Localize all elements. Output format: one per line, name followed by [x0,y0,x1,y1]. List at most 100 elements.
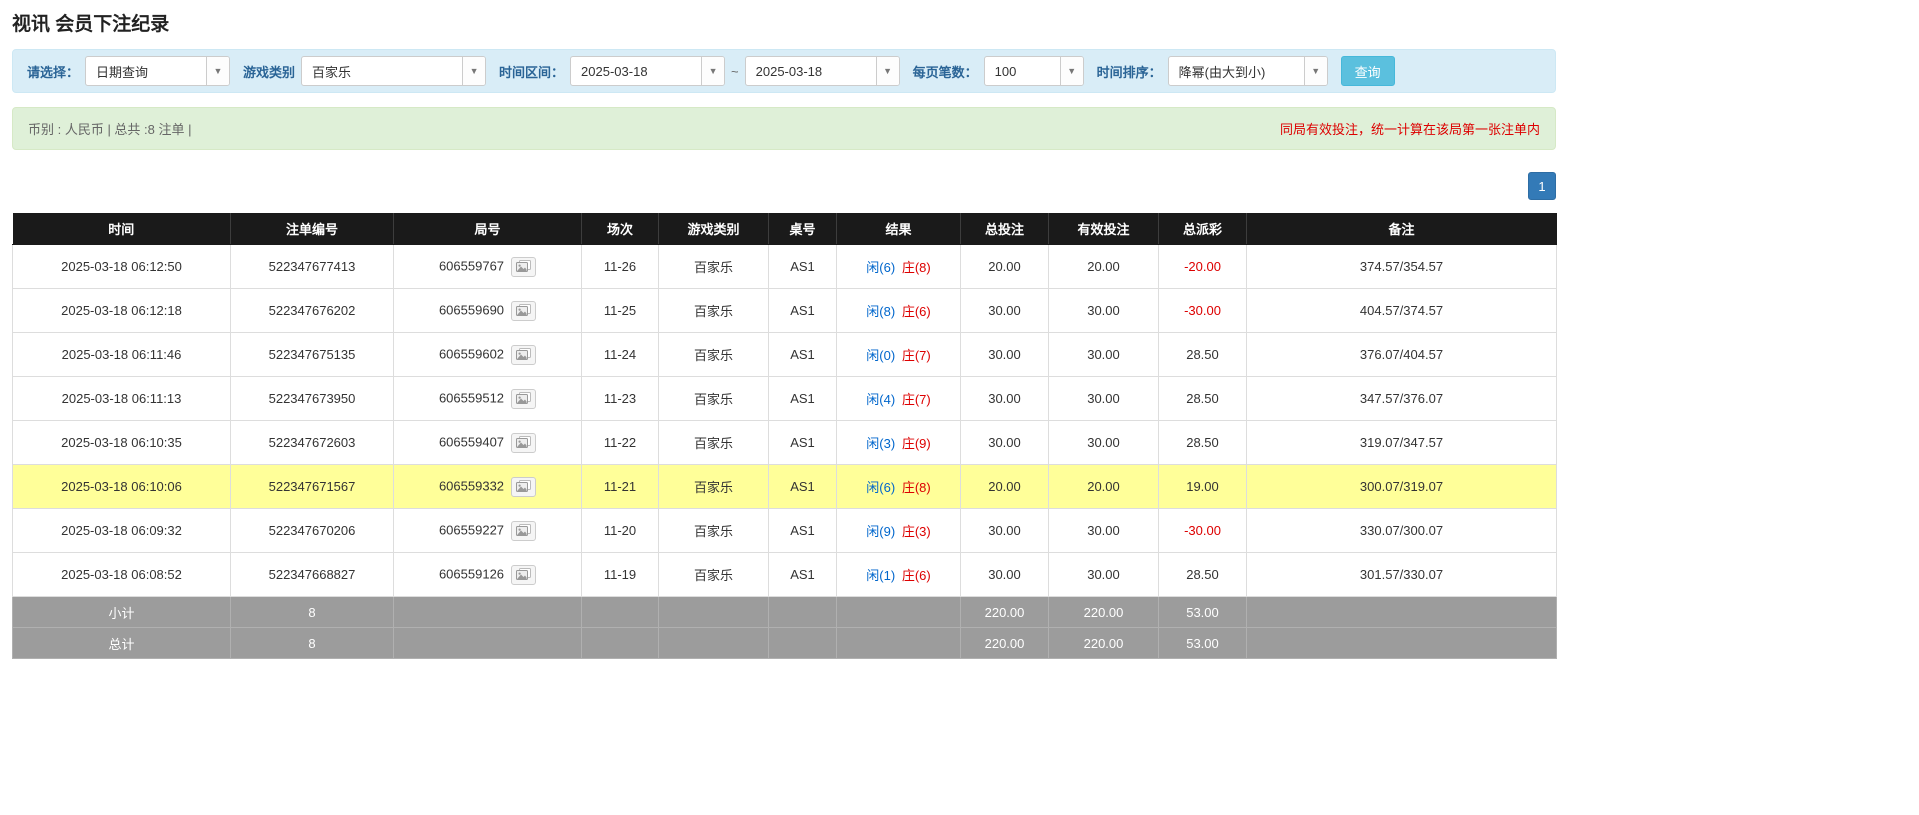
cell-bet-id: 522347675135 [230,332,394,377]
col-header-valid-bet: 有效投注 [1048,213,1159,245]
round-video-button[interactable] [511,300,537,321]
cell-round: 606559126 [393,552,582,597]
round-video-button[interactable] [511,388,537,409]
page-1-button[interactable]: 1 [1528,172,1556,200]
video-card-icon [516,347,532,360]
grand-total-row: 总计 8 220.00 220.00 53.00 [12,627,1557,659]
per-page-select[interactable]: 100 ▼ [983,56,1084,86]
cell-total-bet[interactable]: 30.00 [960,508,1049,553]
cell-result: 闲(6) 庄(8) [836,464,961,509]
round-video-button[interactable] [511,520,537,541]
grand-total-empty-cell [393,627,582,659]
result-player: 闲(9) [866,524,896,539]
date-to-input[interactable]: 2025-03-18 ▼ [744,56,900,86]
cell-session: 11-19 [581,552,659,597]
cell-bet-id: 522347676202 [230,288,394,333]
cell-payout: 28.50 [1158,332,1247,377]
cell-time: 2025-03-18 06:12:50 [12,244,231,289]
chevron-down-icon[interactable]: ▼ [1303,57,1327,85]
cell-round: 606559767 [393,244,582,289]
table-body: 2025-03-18 06:12:50 522347677413 6065597… [12,244,1557,597]
game-type-select[interactable]: 百家乐 ▼ [301,56,487,86]
cell-round: 606559602 [393,332,582,377]
cell-total-bet[interactable]: 20.00 [960,244,1049,289]
table-row: 2025-03-18 06:12:50 522347677413 6065597… [12,244,1557,289]
video-card-icon [516,523,532,536]
col-header-total-bet: 总投注 [960,213,1049,245]
cell-payout: -30.00 [1158,508,1247,553]
chevron-down-icon[interactable]: ▼ [701,57,725,85]
table-row: 2025-03-18 06:10:06 522347671567 6065593… [12,464,1557,509]
cell-payout: 28.50 [1158,376,1247,421]
query-type-label: 请选择： [27,64,80,80]
cell-result: 闲(3) 庄(9) [836,420,961,465]
per-page-label: 每页笔数： [912,64,978,80]
cell-game: 百家乐 [658,244,769,289]
grand-total-valid-bet: 220.00 [1048,627,1159,659]
round-number: 606559126 [438,565,505,581]
cell-payout: 19.00 [1158,464,1247,509]
cell-total-bet[interactable]: 30.00 [960,420,1049,465]
cell-game: 百家乐 [658,288,769,333]
round-video-button[interactable] [511,564,537,585]
cell-round: 606559332 [393,464,582,509]
cell-remark: 374.57/354.57 [1246,244,1557,289]
round-number: 606559512 [438,389,505,405]
chevron-down-icon[interactable]: ▼ [1059,57,1083,85]
cell-table-no: AS1 [768,244,837,289]
cell-total-bet[interactable]: 30.00 [960,288,1049,333]
cell-time: 2025-03-18 06:10:35 [12,420,231,465]
cell-total-bet[interactable]: 30.00 [960,376,1049,421]
round-video-button[interactable] [511,432,537,453]
range-separator: ~ [731,63,739,79]
cell-time: 2025-03-18 06:12:18 [12,288,231,333]
result-banker: 庄(6) [901,304,931,319]
query-type-select[interactable]: 日期查询 ▼ [85,56,231,86]
chevron-down-icon[interactable]: ▼ [875,57,899,85]
sort-select[interactable]: 降幂(由大到小) ▼ [1167,56,1328,86]
cell-remark: 330.07/300.07 [1246,508,1557,553]
col-header-time: 时间 [12,213,231,245]
cell-total-bet[interactable]: 30.00 [960,332,1049,377]
round-video-button[interactable] [511,476,537,497]
filter-bar: 请选择： 日期查询 ▼ 游戏类别 百家乐 ▼ 时间区间： 2025-03-18 … [12,49,1556,93]
cell-table-no: AS1 [768,332,837,377]
grand-total-total-bet: 220.00 [960,627,1049,659]
result-banker: 庄(3) [901,524,931,539]
chevron-down-icon[interactable]: ▼ [206,57,230,85]
col-header-game: 游戏类别 [658,213,769,245]
table-row: 2025-03-18 06:08:52 522347668827 6065591… [12,552,1557,597]
query-type-value: 日期查询 [96,64,149,80]
round-number: 606559602 [438,345,505,361]
table-row: 2025-03-18 06:09:32 522347670206 6065592… [12,508,1557,553]
cell-payout: -20.00 [1158,244,1247,289]
result-banker: 庄(7) [901,348,931,363]
subtotal-row: 小计 8 220.00 220.00 53.00 [12,596,1557,628]
grand-total-empty-cell [768,627,837,659]
cell-table-no: AS1 [768,420,837,465]
cell-table-no: AS1 [768,288,837,333]
cell-valid-bet: 30.00 [1048,332,1159,377]
cell-remark: 376.07/404.57 [1246,332,1557,377]
round-video-button[interactable] [511,344,537,365]
cell-total-bet[interactable]: 20.00 [960,464,1049,509]
date-from-input[interactable]: 2025-03-18 ▼ [570,56,726,86]
per-page-group: 每页笔数： 100 ▼ [913,56,1084,86]
query-button[interactable]: 查询 [1340,56,1395,86]
chevron-down-icon[interactable]: ▼ [462,57,486,85]
cell-bet-id: 522347673950 [230,376,394,421]
result-banker: 庄(8) [901,480,931,495]
cell-remark: 300.07/319.07 [1246,464,1557,509]
round-video-button[interactable] [511,256,537,277]
cell-remark: 301.57/330.07 [1246,552,1557,597]
result-player: 闲(8) [866,304,896,319]
cell-valid-bet: 30.00 [1048,420,1159,465]
cell-valid-bet: 30.00 [1048,508,1159,553]
cell-game: 百家乐 [658,508,769,553]
cell-total-bet[interactable]: 30.00 [960,552,1049,597]
result-player: 闲(3) [866,436,896,451]
cell-result: 闲(6) 庄(8) [836,244,961,289]
round-number: 606559690 [438,301,505,317]
cell-time: 2025-03-18 06:08:52 [12,552,231,597]
cell-time: 2025-03-18 06:11:46 [12,332,231,377]
